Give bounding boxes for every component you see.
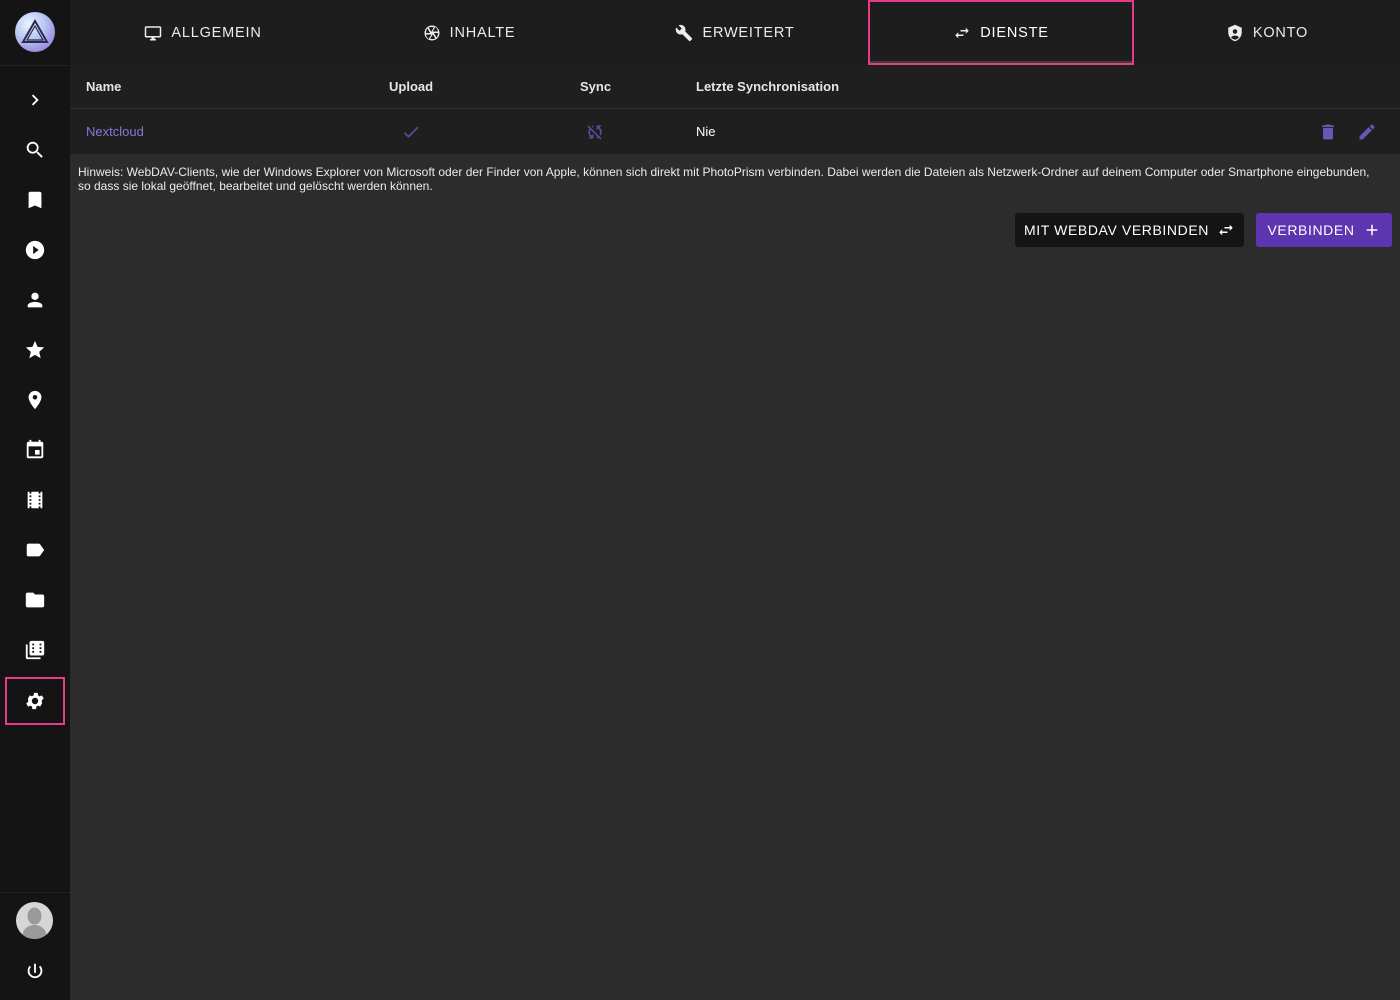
- sidebar: [0, 0, 70, 1000]
- tab-label: ERWEITERT: [702, 24, 795, 41]
- expand-icon[interactable]: [9, 80, 61, 120]
- check-icon: [401, 109, 421, 154]
- wrench-icon: [676, 24, 693, 41]
- library-icon[interactable]: [9, 630, 61, 670]
- star-icon[interactable]: [9, 330, 61, 370]
- services-table: Name Upload Sync Letzte Synchronisation …: [70, 65, 1400, 154]
- tab-dienste[interactable]: DIENSTE: [868, 0, 1134, 65]
- table-header: Name Upload Sync Letzte Synchronisation: [70, 65, 1400, 108]
- delete-icon[interactable]: [1318, 109, 1338, 154]
- play-icon[interactable]: [9, 230, 61, 270]
- tab-label: KONTO: [1252, 24, 1309, 41]
- folder-icon[interactable]: [9, 580, 61, 620]
- settings-tabs: ALLGEMEIN INHALTE ERWEITERT DIENSTE KONT…: [70, 0, 1400, 65]
- location-pin-icon[interactable]: [9, 380, 61, 420]
- tab-inhalte[interactable]: INHALTE: [336, 0, 602, 65]
- table-row: Nextcloud Nie: [70, 108, 1400, 154]
- avatar[interactable]: [16, 902, 53, 939]
- header-upload[interactable]: Upload: [389, 65, 433, 108]
- aperture-icon: [424, 25, 440, 40]
- swap-icon: [1219, 224, 1233, 236]
- service-name-link[interactable]: Nextcloud: [86, 109, 144, 154]
- monitor-icon: [145, 25, 162, 40]
- search-icon[interactable]: [9, 130, 61, 170]
- tab-label: DIENSTE: [980, 24, 1049, 41]
- header-last-sync[interactable]: Letzte Synchronisation: [696, 65, 839, 108]
- settings-icon[interactable]: [5, 677, 65, 725]
- power-icon[interactable]: [9, 952, 61, 992]
- bookmark-icon[interactable]: [9, 180, 61, 220]
- user-silhouette-icon: [22, 907, 47, 939]
- account-shield-icon: [1228, 24, 1242, 41]
- tab-label: ALLGEMEIN: [171, 24, 262, 41]
- webdav-hint: Hinweis: WebDAV-Clients, wie der Windows…: [78, 165, 1370, 193]
- photoprism-logo[interactable]: [15, 12, 55, 52]
- tab-konto[interactable]: KONTO: [1134, 0, 1400, 65]
- prism-icon: [21, 18, 49, 43]
- label-icon[interactable]: [9, 530, 61, 570]
- sidebar-divider: [0, 892, 70, 893]
- sync-off-icon: [585, 109, 605, 154]
- connect-webdav-button[interactable]: MIT WEBDAV VERBINDEN: [1015, 213, 1244, 247]
- film-icon[interactable]: [9, 480, 61, 520]
- person-icon[interactable]: [9, 280, 61, 320]
- button-label: VERBINDEN: [1267, 222, 1355, 238]
- tab-erweitert[interactable]: ERWEITERT: [602, 0, 868, 65]
- swap-icon: [955, 27, 970, 38]
- button-label: MIT WEBDAV VERBINDEN: [1024, 222, 1209, 238]
- header-name[interactable]: Name: [86, 65, 121, 108]
- tab-label: INHALTE: [449, 24, 516, 41]
- header-sync[interactable]: Sync: [580, 65, 611, 108]
- plus-icon: [1366, 224, 1377, 236]
- tab-allgemein[interactable]: ALLGEMEIN: [70, 0, 336, 65]
- last-sync-value: Nie: [696, 124, 716, 139]
- connect-button[interactable]: VERBINDEN: [1256, 213, 1392, 247]
- edit-icon[interactable]: [1357, 109, 1377, 154]
- sidebar-divider: [0, 65, 70, 66]
- calendar-icon[interactable]: [9, 430, 61, 470]
